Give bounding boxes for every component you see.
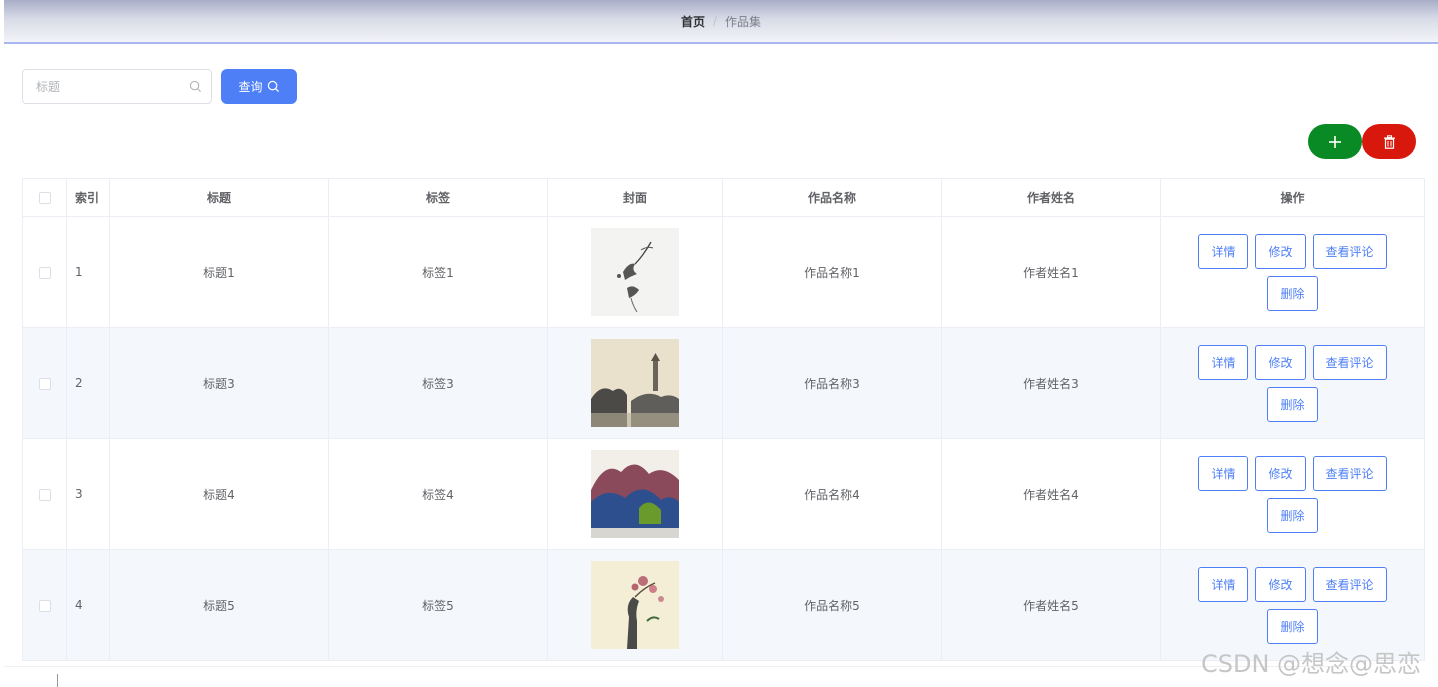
trash-icon [1383, 134, 1395, 149]
cover-image-blue-mountain[interactable] [591, 450, 679, 538]
breadcrumb-current: 作品集 [725, 14, 762, 29]
add-button[interactable] [1308, 124, 1362, 159]
cover-image-ink-pagoda[interactable] [591, 339, 679, 427]
row-select-cell[interactable] [22, 438, 67, 550]
edit-button[interactable]: 修改 [1255, 455, 1306, 491]
column-header-author: 作者姓名 [941, 178, 1161, 217]
cover-image-ink-bird[interactable] [591, 228, 679, 316]
row-author: 作者姓名3 [941, 327, 1161, 439]
row-actions: 详情 修改 查看评论 删除 [1160, 327, 1425, 439]
column-header-tag: 标签 [328, 178, 548, 217]
table-row: 3 标题4 标签4 作品名称4 作者姓名4 详情 修改 查看评论 删除 [22, 438, 1425, 550]
top-header: 首页 / 作品集 [4, 0, 1438, 44]
text-caret [57, 674, 58, 687]
select-all-checkbox[interactable] [38, 192, 51, 204]
row-author: 作者姓名1 [941, 216, 1161, 328]
row-work-name: 作品名称5 [722, 549, 942, 661]
row-cover-cell [547, 549, 723, 661]
row-title: 标题3 [109, 327, 329, 439]
view-comments-button[interactable]: 查看评论 [1312, 233, 1387, 269]
row-index: 4 [66, 549, 110, 661]
search-icon [189, 80, 202, 93]
row-select-cell[interactable] [22, 327, 67, 439]
detail-button[interactable]: 详情 [1198, 455, 1249, 491]
row-title: 标题1 [109, 216, 329, 328]
row-title: 标题5 [109, 549, 329, 661]
edit-button[interactable]: 修改 [1255, 344, 1306, 380]
row-tag: 标签5 [328, 549, 548, 661]
row-index: 1 [66, 216, 110, 328]
column-header-work-name: 作品名称 [722, 178, 942, 217]
search-icon [267, 80, 279, 93]
table-row: 2 标题3 标签3 作品名称3 作者姓名3 详情 修改 查看评论 删除 [22, 327, 1425, 439]
select-all-cell[interactable] [22, 178, 67, 217]
table-header-row: 索引 标题 标签 封面 作品名称 作者姓名 操作 [22, 178, 1425, 217]
column-header-index: 索引 [66, 178, 110, 217]
column-header-title: 标题 [109, 178, 329, 217]
edit-button[interactable]: 修改 [1255, 233, 1306, 269]
row-select-cell[interactable] [22, 216, 67, 328]
view-comments-button[interactable]: 查看评论 [1312, 566, 1387, 602]
row-cover-cell [547, 216, 723, 328]
row-checkbox[interactable] [38, 488, 51, 501]
row-tag: 标签1 [328, 216, 548, 328]
batch-delete-button[interactable] [1362, 124, 1416, 159]
row-index: 2 [66, 327, 110, 439]
row-work-name: 作品名称3 [722, 327, 942, 439]
delete-button[interactable]: 删除 [1267, 497, 1318, 533]
watermark: CSDN @想念@思恋 [1201, 650, 1422, 678]
cover-image-plum-blossom[interactable] [591, 561, 679, 649]
edit-button[interactable]: 修改 [1255, 566, 1306, 602]
row-cover-cell [547, 327, 723, 439]
works-table: 索引 标题 标签 封面 作品名称 作者姓名 操作 1 标题1 标签1 作品名称1… [22, 178, 1425, 661]
row-index: 3 [66, 438, 110, 550]
delete-button[interactable]: 删除 [1267, 386, 1318, 422]
plus-icon [1329, 135, 1341, 148]
detail-button[interactable]: 详情 [1198, 566, 1249, 602]
row-tag: 标签3 [328, 327, 548, 439]
bottom-divider [4, 666, 1356, 667]
row-work-name: 作品名称1 [722, 216, 942, 328]
row-select-cell[interactable] [22, 549, 67, 661]
column-header-cover: 封面 [547, 178, 723, 217]
delete-button[interactable]: 删除 [1267, 608, 1318, 644]
row-cover-cell [547, 438, 723, 550]
view-comments-button[interactable]: 查看评论 [1312, 455, 1387, 491]
query-button[interactable]: 查询 [221, 69, 297, 104]
row-title: 标题4 [109, 438, 329, 550]
delete-button[interactable]: 删除 [1267, 275, 1318, 311]
row-checkbox[interactable] [38, 266, 51, 279]
title-search-input[interactable] [23, 70, 183, 103]
row-tag: 标签4 [328, 438, 548, 550]
column-header-actions: 操作 [1160, 178, 1425, 217]
row-work-name: 作品名称4 [722, 438, 942, 550]
row-actions: 详情 修改 查看评论 删除 [1160, 216, 1425, 328]
search-box[interactable] [22, 69, 212, 104]
row-actions: 详情 修改 查看评论 删除 [1160, 438, 1425, 550]
breadcrumb-separator: / [712, 14, 718, 28]
table-row: 1 标题1 标签1 作品名称1 作者姓名1 详情 修改 查看评论 删除 [22, 216, 1425, 328]
row-author: 作者姓名4 [941, 438, 1161, 550]
row-author: 作者姓名5 [941, 549, 1161, 661]
detail-button[interactable]: 详情 [1198, 233, 1249, 269]
detail-button[interactable]: 详情 [1198, 344, 1249, 380]
row-checkbox[interactable] [38, 377, 51, 390]
row-checkbox[interactable] [38, 599, 51, 612]
view-comments-button[interactable]: 查看评论 [1312, 344, 1387, 380]
breadcrumb-home[interactable]: 首页 [681, 13, 705, 30]
query-button-label: 查询 [238, 80, 263, 94]
